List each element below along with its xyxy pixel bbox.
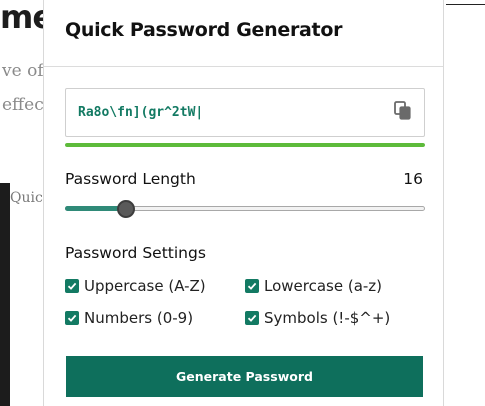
- password-output-field[interactable]: Ra8o\fn](gr^2tW|: [65, 88, 425, 137]
- lowercase-checkbox[interactable]: [245, 279, 259, 293]
- password-settings-label: Password Settings: [65, 244, 206, 262]
- lowercase-label: Lowercase (a-z): [264, 277, 383, 295]
- background-dark-panel: [0, 183, 10, 406]
- password-strength-bar: [65, 143, 425, 147]
- screen: me ve of p effec Quic Quick Password Gen…: [0, 0, 485, 406]
- background-divider: [446, 4, 485, 5]
- lowercase-option[interactable]: Lowercase (a-z): [245, 277, 382, 295]
- background-text-line: effec: [2, 95, 44, 115]
- generate-password-button[interactable]: Generate Password: [66, 356, 423, 397]
- checkmark-icon: [247, 314, 257, 322]
- uppercase-label: Uppercase (A-Z): [84, 277, 206, 295]
- password-generator-popup: Quick Password Generator Ra8o\fn](gr^2tW…: [43, 0, 444, 406]
- checkmark-icon: [67, 282, 77, 290]
- uppercase-checkbox[interactable]: [65, 279, 79, 293]
- password-length-label: Password Length: [65, 170, 196, 188]
- popup-title: Quick Password Generator: [65, 19, 343, 41]
- background-caption: Quic: [10, 190, 43, 206]
- password-strength-fill: [65, 143, 425, 147]
- password-value[interactable]: Ra8o\fn](gr^2tW|: [78, 105, 203, 120]
- checkmark-icon: [67, 314, 77, 322]
- symbols-label: Symbols (!-$^+): [264, 309, 391, 327]
- symbols-checkbox[interactable]: [245, 311, 259, 325]
- numbers-option[interactable]: Numbers (0-9): [65, 309, 193, 327]
- numbers-label: Numbers (0-9): [84, 309, 194, 327]
- checkmark-icon: [247, 282, 257, 290]
- slider-thumb[interactable]: [117, 200, 136, 218]
- symbols-option[interactable]: Symbols (!-$^+): [245, 309, 390, 327]
- numbers-checkbox[interactable]: [65, 311, 79, 325]
- password-length-slider[interactable]: [65, 200, 425, 218]
- popup-header: Quick Password Generator: [44, 0, 443, 67]
- password-length-value: 16: [403, 170, 423, 188]
- uppercase-option[interactable]: Uppercase (A-Z): [65, 277, 206, 295]
- copy-icon[interactable]: [394, 101, 412, 121]
